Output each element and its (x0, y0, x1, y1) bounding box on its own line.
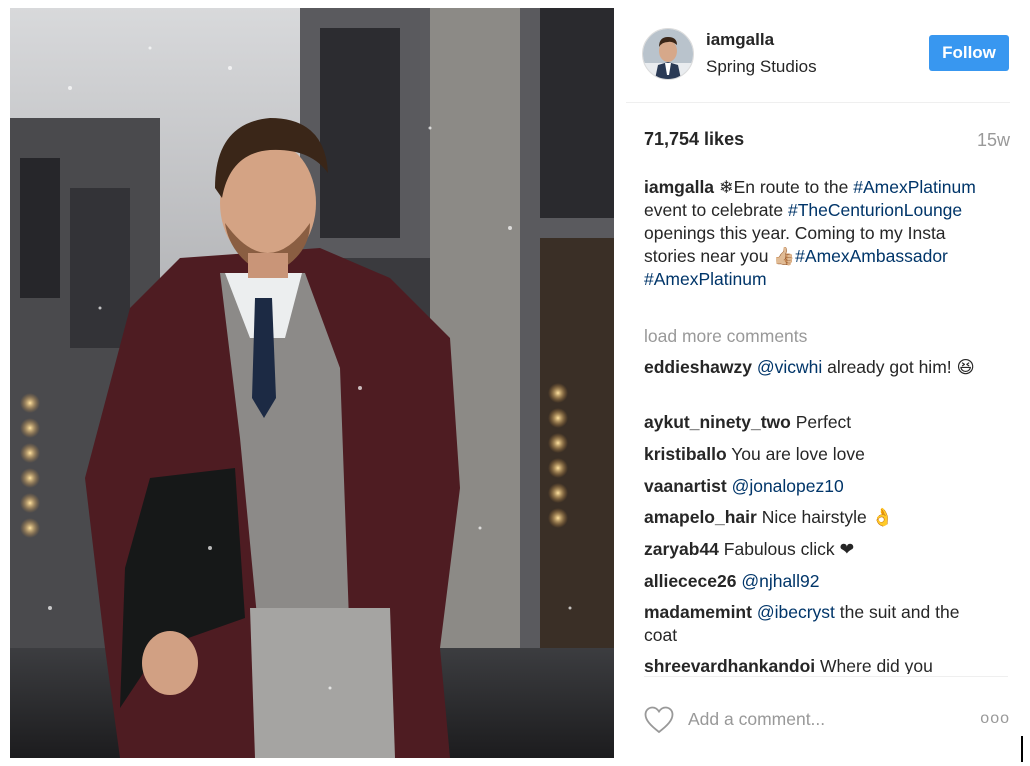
comment-username[interactable]: eddieshawzy (644, 357, 752, 377)
divider (644, 676, 1008, 677)
comment-username[interactable]: shreevardhankandoi (644, 656, 815, 674)
comment-text: You are love love (726, 444, 865, 464)
comment-username[interactable]: zaryab44 (644, 539, 719, 559)
heart-icon[interactable] (644, 706, 674, 734)
comment-text: Nice hairstyle 👌 (756, 507, 894, 527)
mention-link[interactable]: @jonalopez10 (732, 476, 844, 496)
comment-username[interactable]: kristiballo (644, 444, 727, 464)
comment-item: shreevardhankandoi Where did you (644, 655, 994, 674)
comment-item: amapelo_hair Nice hairstyle 👌 (644, 506, 994, 529)
comment-item: kristiballo You are love love (644, 443, 994, 466)
comment-username[interactable]: alliecece26 (644, 571, 736, 591)
more-options-button[interactable]: ooo (980, 710, 1010, 728)
add-comment-bar: ooo (644, 698, 1014, 742)
comment-item: alliecece26 @njhall92 (644, 570, 994, 593)
comment-username[interactable]: madamemint (644, 602, 752, 622)
text-cursor (1021, 736, 1023, 762)
comment-text: Perfect (790, 412, 852, 432)
comment-item: zaryab44 Fabulous click ❤ (644, 538, 994, 561)
comment-item: aykut_ninety_two Perfect (644, 411, 994, 434)
comment-item: madamemint @ibecryst the suit and the co… (644, 601, 994, 647)
post-photo[interactable] (10, 8, 614, 758)
comment-text: already got him! 😆 (822, 357, 975, 377)
mention-link[interactable]: @vicwhi (757, 357, 822, 377)
comment-item: vaanartist @jonalopez10 (644, 475, 994, 498)
add-comment-input[interactable] (688, 704, 958, 734)
comment-username[interactable]: amapelo_hair (644, 507, 757, 527)
comment-username[interactable]: vaanartist (644, 476, 727, 496)
post-panel: iamgalla Spring Studios Follow 71,754 li… (626, 8, 1020, 758)
mention-link[interactable]: @ibecryst (757, 602, 835, 622)
mention-link[interactable]: @njhall92 (741, 571, 819, 591)
comments-list: eddieshawzy @vicwhi already got him! 😆 a… (644, 8, 994, 674)
comment-username[interactable]: aykut_ninety_two (644, 412, 791, 432)
comment-text: Where did you (815, 656, 933, 674)
comment-text: Fabulous click ❤ (718, 539, 855, 559)
comment-item: eddieshawzy @vicwhi already got him! 😆 (644, 356, 994, 379)
